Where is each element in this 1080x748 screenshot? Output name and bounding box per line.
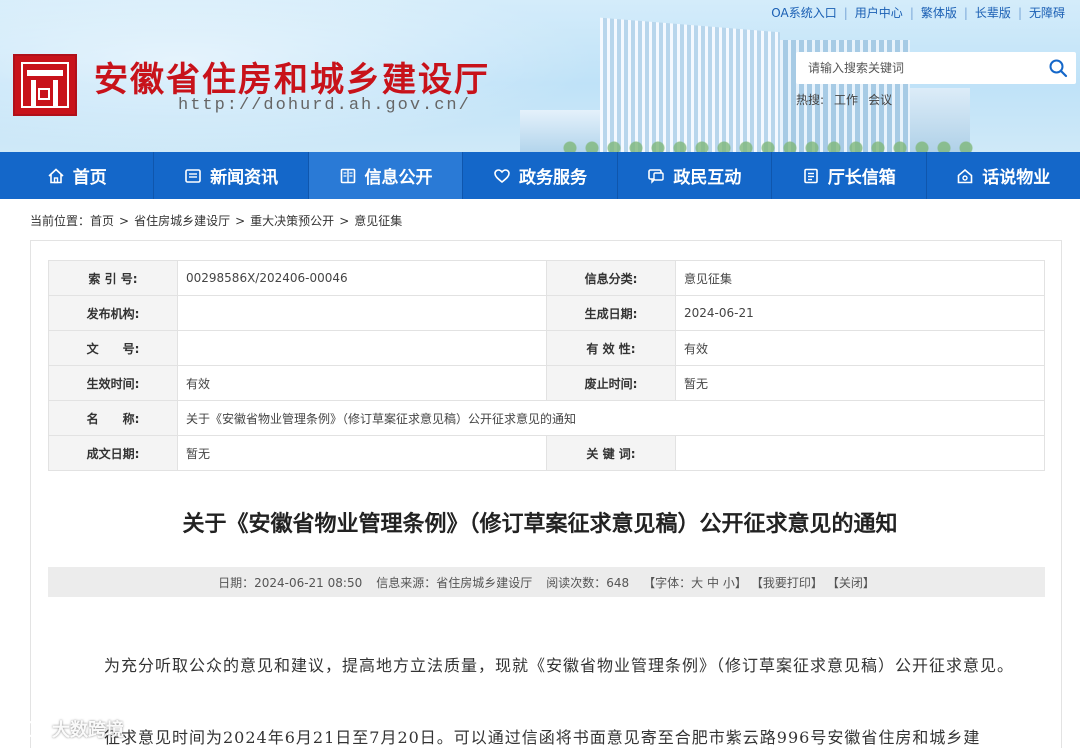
breadcrumb-link[interactable]: 省住房城乡建设厅: [134, 212, 230, 229]
mailbox-icon: [804, 168, 818, 183]
breadcrumb-link[interactable]: 意见征集: [354, 212, 402, 229]
news-icon: [185, 168, 201, 183]
article-date: 日期：2024-06-21 08:50: [218, 575, 363, 590]
hot-word-link[interactable]: 会议: [868, 91, 892, 108]
nav-item-gov-service[interactable]: 政务服务: [463, 152, 618, 199]
nav-item-director-mailbox[interactable]: 厅长信箱: [772, 152, 927, 199]
nav-label: 首页: [72, 168, 107, 188]
article-paragraph: 为充分听取公众的意见和建议，提高地方立法质量，现就《安徽省物业管理条例》（修订草…: [104, 656, 1015, 675]
elder-version-link[interactable]: 长辈版: [968, 4, 1018, 21]
meta-label: 名 称:: [48, 400, 178, 436]
meta-label: 发布机构:: [48, 295, 178, 331]
nav-label: 政务服务: [518, 168, 587, 188]
top-links: OA系统入口 | 用户中心 | 繁体版 | 长辈版 | 无障碍: [764, 4, 1072, 21]
site-logo[interactable]: [13, 54, 77, 116]
table-row: 生效时间: 有效 废止时间: 暂无: [48, 365, 1045, 401]
font-size-small-button[interactable]: 小: [723, 576, 735, 590]
meta-label: 成文日期:: [48, 435, 178, 471]
hot-search-label: 热搜:: [796, 93, 825, 107]
logo-emblem-icon: [21, 62, 69, 108]
site-header: 安徽省住房和城乡建设厅 http://dohurd.ah.gov.cn/ OA系…: [0, 0, 1080, 152]
font-size-large-button[interactable]: 大: [691, 576, 703, 590]
oa-link[interactable]: OA系统入口: [764, 4, 843, 21]
meta-value: 暂无: [177, 435, 547, 471]
service-icon: [494, 168, 510, 183]
traditional-chinese-link[interactable]: 繁体版: [914, 4, 964, 21]
meta-value: [177, 295, 547, 331]
nav-label: 厅长信箱: [827, 168, 896, 188]
meta-label: 生成日期:: [546, 295, 676, 331]
search-icon[interactable]: [1048, 58, 1068, 78]
accessibility-link[interactable]: 无障碍: [1022, 4, 1072, 21]
meta-value: 关于《安徽省物业管理条例》（修订草案征求意见稿）公开征求意见的通知: [177, 400, 1045, 436]
nav-item-info-disclosure[interactable]: 信息公开: [308, 152, 464, 199]
nav-item-news[interactable]: 新闻资讯: [154, 152, 309, 199]
article-views: 阅读次数：648: [546, 575, 630, 590]
watermark: 大数跨境: [8, 716, 124, 742]
nav-item-home[interactable]: 首页: [0, 152, 155, 199]
watermark-text: 大数跨境: [52, 720, 124, 741]
meta-value: 意见征集: [675, 260, 1045, 296]
search-box: [796, 52, 1076, 84]
close-button[interactable]: 【关闭】: [827, 574, 875, 591]
meta-value: 暂无: [675, 365, 1045, 401]
meta-value: [675, 435, 1045, 471]
trees-graphic: [560, 138, 980, 152]
nav-label: 新闻资讯: [210, 168, 279, 188]
home-icon: [48, 167, 64, 183]
meta-label: 废止时间:: [546, 365, 676, 401]
site-url: http://dohurd.ah.gov.cn/: [178, 96, 471, 115]
hot-search: 热搜: 工作 会议: [796, 91, 892, 108]
article-title: 关于《安徽省物业管理条例》（修订草案征求意见稿）公开征求意见的通知: [182, 512, 898, 537]
article-source: 信息来源：省住房城乡建设厅: [376, 575, 533, 590]
house-icon: [957, 168, 973, 183]
meta-value: [177, 330, 547, 366]
hot-word-link[interactable]: 工作: [834, 91, 858, 108]
article-info-bar: 日期：2024-06-21 08:50 信息来源：省住房城乡建设厅 阅读次数：6…: [48, 567, 1045, 597]
nav-label: 信息公开: [364, 168, 433, 188]
search-input[interactable]: [796, 52, 1036, 84]
site-title: 安徽省住房和城乡建设厅: [94, 60, 490, 100]
table-row: 文 号: 有 效 性: 有效: [48, 330, 1045, 366]
document-icon: [340, 168, 355, 183]
meta-value: 00298586X/202406-00046: [177, 260, 547, 296]
main-nav: 首页 新闻资讯 信息公开 政务服务 政民互动 厅长信箱 话说物业: [0, 152, 1080, 199]
meta-label: 关 键 词:: [546, 435, 676, 471]
meta-label: 文 号:: [48, 330, 178, 366]
table-row: 发布机构: 生成日期: 2024-06-21: [48, 295, 1045, 331]
nav-item-interaction[interactable]: 政民互动: [618, 152, 773, 199]
breadcrumb-prefix: 当前位置：: [30, 214, 91, 228]
nav-item-property-talk[interactable]: 话说物业: [927, 152, 1080, 199]
nav-label: 政民互动: [673, 168, 742, 188]
meta-value: 2024-06-21: [675, 295, 1045, 331]
user-center-link[interactable]: 用户中心: [848, 4, 910, 21]
breadcrumb-link[interactable]: 首页: [90, 212, 114, 229]
building-graphic: [600, 17, 780, 152]
print-button[interactable]: 【我要打印】: [751, 574, 823, 591]
font-size-control: 【字体：大 中 小】: [643, 575, 747, 590]
table-row: 名 称: 关于《安徽省物业管理条例》（修订草案征求意见稿）公开征求意见的通知: [48, 400, 1045, 436]
font-size-medium-button[interactable]: 中: [707, 576, 719, 590]
meta-value: 有效: [675, 330, 1045, 366]
breadcrumb-link[interactable]: 重大决策预公开: [250, 212, 334, 229]
meta-label: 生效时间:: [48, 365, 178, 401]
table-row: 成文日期: 暂无 关 键 词:: [48, 435, 1045, 471]
meta-label: 有 效 性:: [546, 330, 676, 366]
watermark-logo-icon: [10, 721, 47, 737]
meta-label: 信息分类:: [546, 260, 676, 296]
meta-value: 有效: [177, 365, 547, 401]
article-paragraph: 征求意见时间为2024年6月21日至7月20日。可以通过信函将书面意见寄至合肥市…: [104, 728, 981, 747]
chat-icon: [648, 168, 665, 184]
info-meta-table: 索 引 号: 00298586X/202406-00046 信息分类: 意见征集…: [48, 260, 1045, 471]
breadcrumb: 当前位置： 首页 > 省住房城乡建设厅 > 重大决策预公开 > 意见征集: [30, 212, 403, 229]
table-row: 索 引 号: 00298586X/202406-00046 信息分类: 意见征集: [48, 260, 1045, 296]
meta-label: 索 引 号:: [48, 260, 178, 296]
nav-label: 话说物业: [982, 168, 1051, 188]
